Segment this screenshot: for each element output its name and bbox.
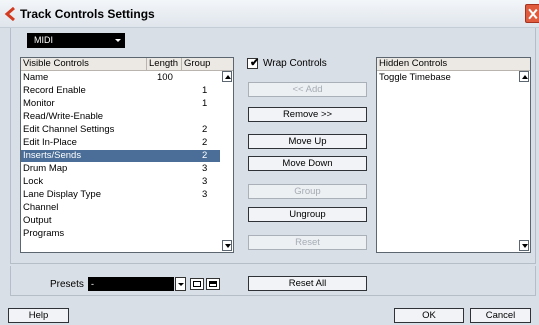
list-item[interactable]: Edit In-Place 2: [21, 137, 220, 149]
control-group: 1: [202, 85, 208, 96]
save-preset-glyph: [193, 281, 201, 287]
control-name: Edit Channel Settings: [23, 124, 115, 135]
presets-label: Presets: [50, 279, 84, 290]
control-name: Drum Map: [23, 163, 68, 174]
track-controls-dialog: Track Controls Settings MIDI Visible Con…: [0, 0, 539, 325]
ok-button[interactable]: OK: [394, 308, 464, 323]
cancel-button[interactable]: Cancel: [470, 308, 531, 323]
arrow-up-icon: [522, 75, 528, 79]
list-item[interactable]: Lane Display Type 3: [21, 189, 220, 201]
control-group: 2: [202, 124, 208, 135]
checkmark-icon: ✔: [250, 57, 260, 69]
list-item[interactable]: Edit Channel Settings 2: [21, 124, 220, 136]
save-preset-icon[interactable]: [190, 278, 204, 290]
scroll-up-button[interactable]: [519, 71, 529, 82]
list-item[interactable]: Output: [21, 215, 220, 227]
control-name: Read/Write-Enable: [23, 111, 104, 122]
control-name: Record Enable: [23, 85, 86, 96]
control-name: Inserts/Sends: [23, 150, 82, 161]
column-header-length[interactable]: Length: [147, 58, 182, 71]
control-name: Edit In-Place: [23, 137, 77, 148]
close-icon[interactable]: [525, 4, 539, 23]
visible-controls-header: Visible Controls Length Group: [21, 58, 233, 71]
visible-controls-list[interactable]: Visible Controls Length Group Name 100 Rec…: [20, 57, 234, 253]
arrow-up-icon: [225, 75, 231, 79]
list-item[interactable]: Read/Write-Enable: [21, 111, 220, 123]
help-button[interactable]: Help: [8, 308, 69, 323]
control-group: 3: [202, 163, 208, 174]
ungroup-button[interactable]: Ungroup: [248, 207, 367, 222]
control-name: Monitor: [23, 98, 55, 109]
reset-all-button[interactable]: Reset All: [248, 276, 367, 291]
track-type-value: MIDI: [34, 35, 53, 45]
scroll-down-button[interactable]: [222, 240, 232, 251]
control-name: Programs: [23, 228, 65, 239]
hidden-controls-list[interactable]: Hidden Controls Toggle Timebase: [376, 57, 531, 253]
column-header-hidden-controls[interactable]: Hidden Controls: [377, 58, 530, 71]
move-down-button[interactable]: Move Down: [248, 156, 367, 171]
presets-chevron-down-icon[interactable]: [175, 277, 186, 291]
list-item[interactable]: Name 100: [21, 72, 220, 84]
delete-preset-icon[interactable]: [206, 278, 220, 290]
control-length: 100: [157, 72, 173, 83]
control-name: Lock: [23, 176, 44, 187]
track-type-dropdown[interactable]: MIDI: [27, 33, 125, 48]
add-button[interactable]: << Add: [248, 82, 367, 97]
delete-preset-glyph: [209, 281, 217, 287]
list-item[interactable]: Drum Map 3: [21, 163, 220, 175]
list-item[interactable]: Inserts/Sends 2: [21, 150, 220, 162]
reset-button[interactable]: Reset: [248, 235, 367, 250]
control-name: Output: [23, 215, 52, 226]
list-item[interactable]: Monitor 1: [21, 98, 220, 110]
hidden-controls-header: Hidden Controls: [377, 58, 530, 71]
window-title: Track Controls Settings: [20, 7, 155, 21]
list-item[interactable]: Record Enable 1: [21, 85, 220, 97]
list-item[interactable]: Channel: [21, 202, 220, 214]
column-header-group[interactable]: Group: [182, 58, 233, 71]
scroll-down-button[interactable]: [519, 240, 529, 251]
column-header-visible-controls[interactable]: Visible Controls: [21, 58, 147, 71]
move-up-button[interactable]: Move Up: [248, 134, 367, 149]
arrow-down-icon: [225, 244, 231, 248]
title-bar[interactable]: Track Controls Settings: [0, 0, 539, 28]
control-group: 1: [202, 98, 208, 109]
list-item[interactable]: Lock 3: [21, 176, 220, 188]
group-button[interactable]: Group: [248, 184, 367, 199]
wrap-controls-label: Wrap Controls: [263, 58, 327, 69]
control-name: Channel: [23, 202, 59, 213]
wrap-controls-checkbox[interactable]: ✔: [247, 57, 260, 69]
cubase-logo-icon: [4, 7, 15, 21]
dialog-footer: Help OK Cancel: [0, 299, 539, 325]
chevron-down-icon: [115, 39, 121, 42]
arrow-down-icon: [522, 244, 528, 248]
control-group: 3: [202, 176, 208, 187]
control-group: 2: [202, 150, 208, 161]
scroll-up-button[interactable]: [222, 71, 232, 82]
remove-button[interactable]: Remove >>: [248, 107, 367, 122]
control-name: Name: [23, 72, 49, 83]
control-group: 3: [202, 189, 208, 200]
control-name: Lane Display Type: [23, 189, 101, 200]
list-item[interactable]: Toggle Timebase: [377, 72, 517, 84]
presets-dropdown[interactable]: -: [88, 277, 174, 291]
control-group: 2: [202, 137, 208, 148]
list-item[interactable]: Programs: [21, 228, 220, 240]
